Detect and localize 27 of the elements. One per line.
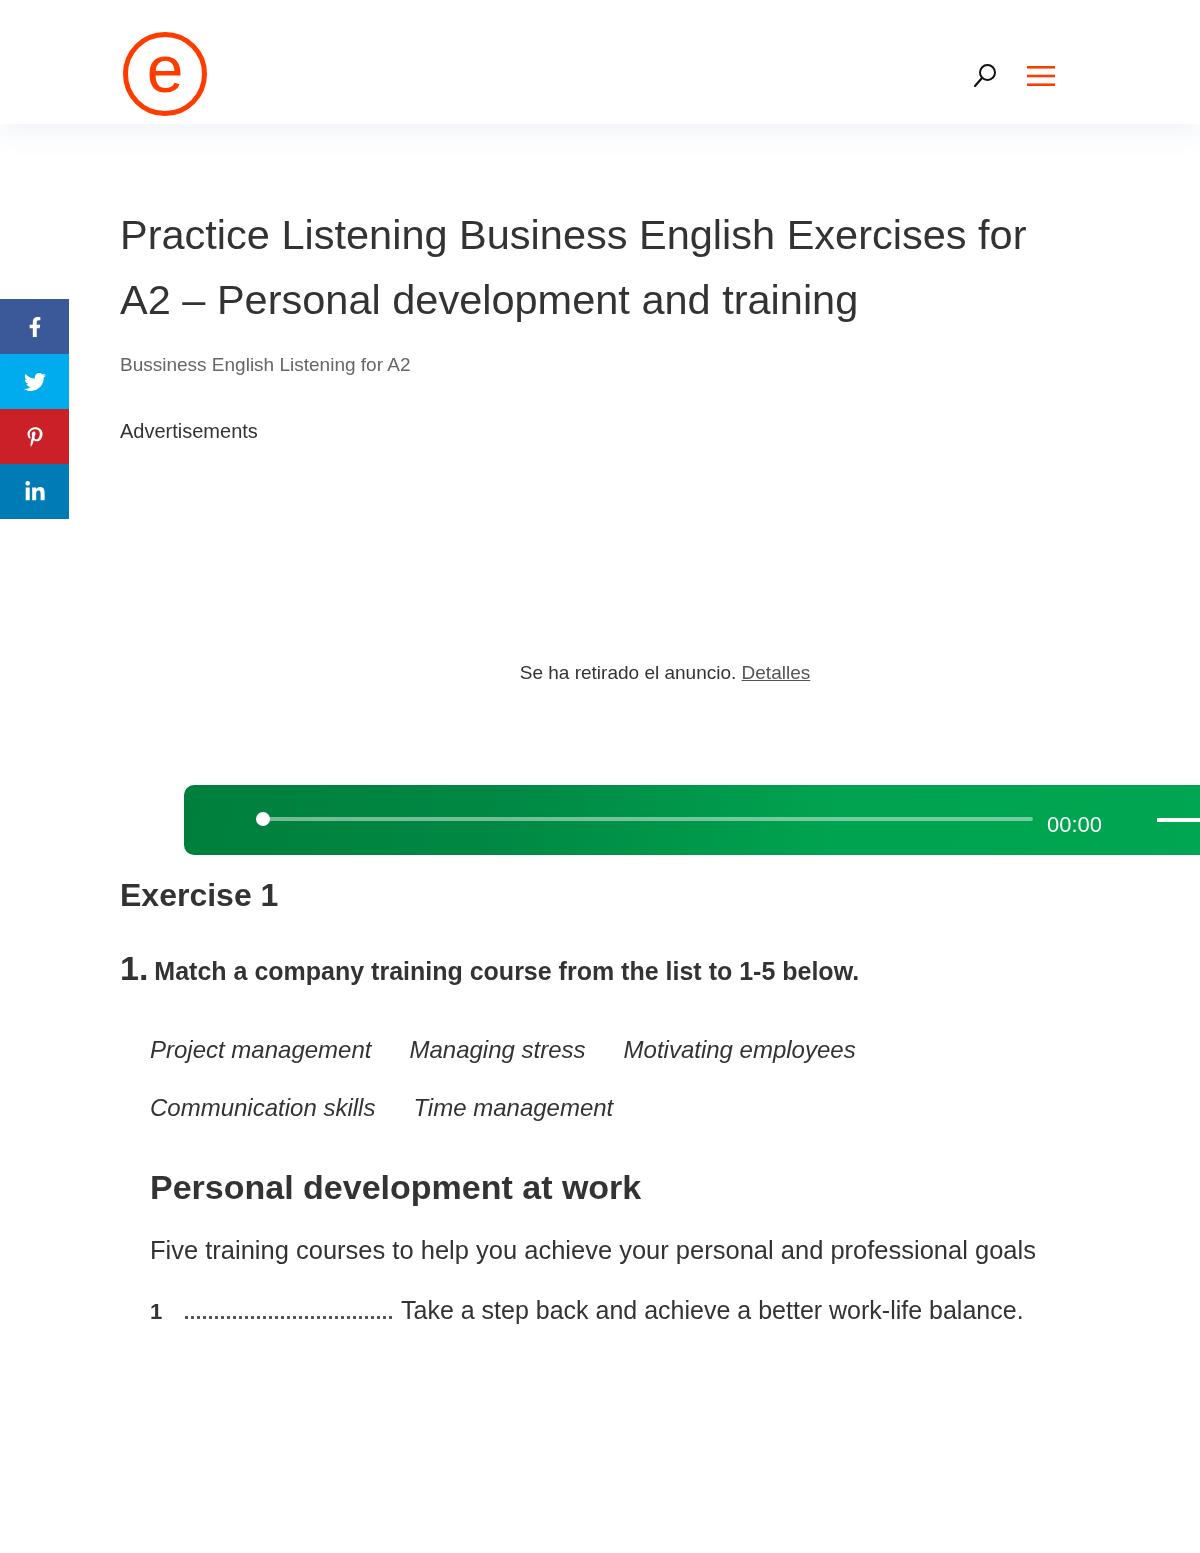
item-number: 1 bbox=[150, 1298, 164, 1326]
ads-label: Advertisements bbox=[120, 420, 258, 442]
word-option: Project management bbox=[150, 1034, 372, 1066]
search-icon[interactable] bbox=[973, 63, 997, 89]
twitter-icon bbox=[23, 370, 46, 393]
word-option: Managing stress bbox=[409, 1034, 586, 1066]
reading-intro: Five training courses to help you achieve your personal and professional goals bbox=[150, 1235, 1037, 1266]
article-title: Practice Listening Business English Exercises for A2 – Personal development and training bbox=[120, 210, 1028, 325]
linkedin-share-button[interactable] bbox=[0, 464, 69, 519]
article-subtitle: Bussiness English Listening for A2 bbox=[120, 354, 411, 375]
details-link[interactable]: Detalles bbox=[741, 662, 811, 683]
item-text: Take a step back and achieve a better work-life balance. bbox=[401, 1295, 1024, 1326]
exercise-heading: Exercise 1 bbox=[120, 876, 280, 915]
question-text: Match a company training course from the list to 1-5 below. bbox=[154, 956, 860, 987]
menu-icon[interactable] bbox=[1027, 66, 1055, 86]
question-number: 1. bbox=[120, 948, 149, 988]
word-option: Motivating employees bbox=[623, 1034, 856, 1066]
pinterest-share-button[interactable] bbox=[0, 409, 69, 464]
linkedin-icon bbox=[23, 480, 46, 503]
ad-removed-message: Se ha retirado el anuncio. Detalles bbox=[519, 661, 811, 685]
progress-thumb[interactable] bbox=[256, 812, 270, 826]
time-display: 00:00 bbox=[1047, 811, 1103, 839]
word-option: Time management bbox=[413, 1092, 614, 1124]
word-option: Communication skills bbox=[150, 1092, 376, 1124]
reading-heading: Personal development at work bbox=[150, 1167, 643, 1208]
site-logo[interactable]: e bbox=[123, 32, 207, 116]
facebook-share-button[interactable] bbox=[0, 299, 69, 354]
